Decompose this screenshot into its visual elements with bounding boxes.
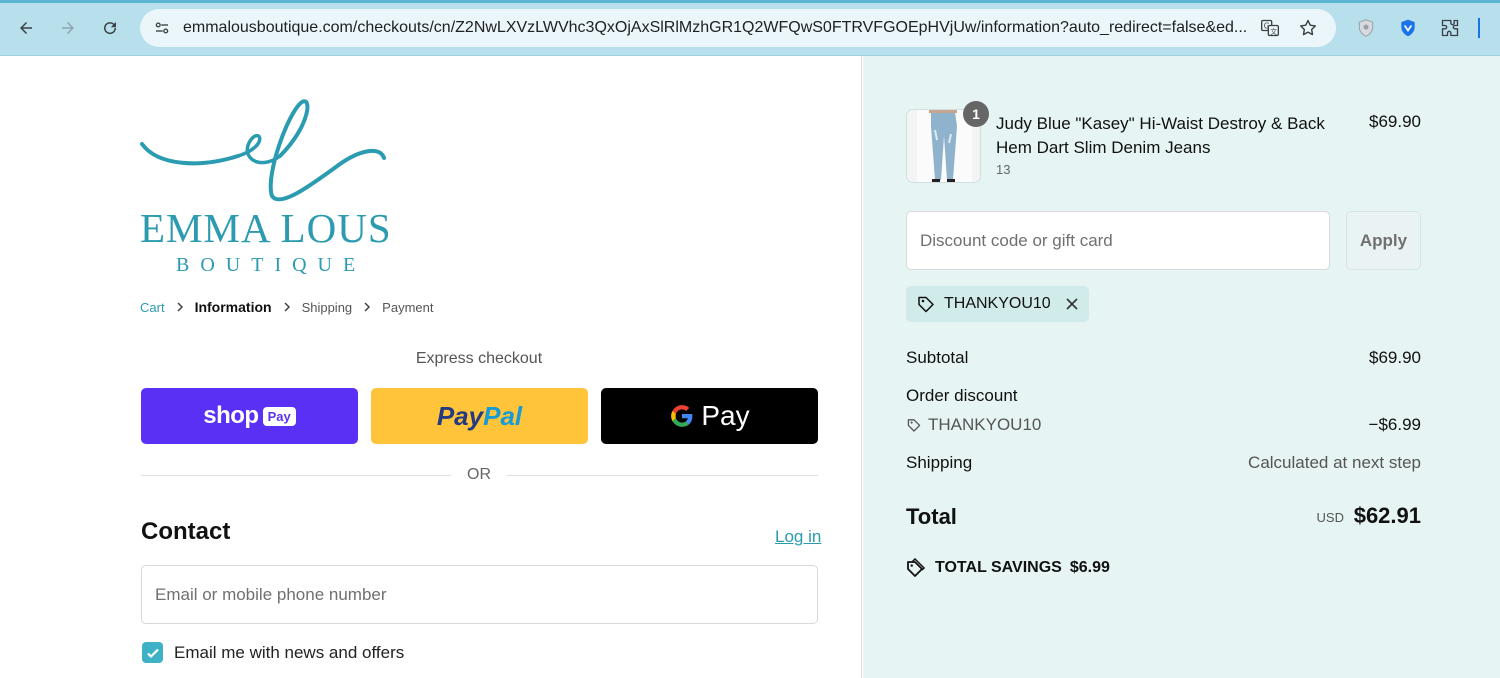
total-currency: USD [1316,510,1344,525]
subtotal-value: $69.90 [1369,348,1421,367]
active-tab-indicator [0,0,1500,3]
applied-discount-chip: THANKYOU10 [906,286,1089,322]
contact-heading: Contact [141,518,231,545]
reload-icon [104,22,117,35]
breadcrumb-cart[interactable]: Cart [140,300,165,315]
product-price: $69.90 [1369,112,1421,131]
arrow-right-icon [62,22,74,34]
order-discount-code: THANKYOU10 [906,415,1041,435]
login-link[interactable]: Log in [775,527,821,547]
bookmark-star-icon[interactable] [1298,18,1318,38]
reload-button[interactable] [97,15,123,41]
shop-pay-button[interactable]: shop Pay [141,388,358,444]
product-name: Judy Blue "Kasey" Hi-Waist Destroy & Bac… [996,114,1325,157]
forward-button[interactable] [55,15,81,41]
arrow-left-icon [20,22,32,34]
shop-pay-wordmark: shop [203,402,259,429]
check-icon [146,648,159,658]
toolbar-divider [1478,18,1480,38]
total-savings: TOTAL SAVINGS $6.99 [906,558,1110,578]
subtotal-label: Subtotal [906,348,969,367]
breadcrumb-shipping: Shipping [301,299,353,315]
or-label: OR [467,466,491,483]
discount-code-input[interactable] [906,211,1330,270]
shop-pay-badge: Pay [262,406,296,426]
product-variant: 13 [996,162,1011,177]
extensions-puzzle-icon[interactable] [1439,17,1461,39]
newsletter-checkbox[interactable] [142,642,163,663]
site-info-icon[interactable] [150,16,174,40]
total-value: $62.91 [1353,503,1421,528]
address-bar[interactable]: emmalousboutique.com/checkouts/cn/Z2NwLX… [140,9,1336,47]
quantity-badge: 1 [963,101,989,127]
email-field[interactable] [141,565,818,624]
chevron-right-icon [272,302,302,312]
shipping-value: Calculated at next step [1248,453,1421,472]
breadcrumb: Cart Information Shipping Payment [140,297,433,317]
chevron-right-icon [352,302,382,312]
breadcrumb-payment: Payment [382,299,434,315]
order-discount-label: Order discount [906,386,1018,405]
svg-text:文: 文 [1270,27,1277,36]
shipping-label: Shipping [906,453,973,472]
browser-toolbar: emmalousboutique.com/checkouts/cn/Z2NwLX… [0,0,1500,56]
newsletter-label[interactable]: Email me with news and offers [174,643,404,663]
remove-discount-close-icon[interactable] [1065,297,1079,311]
chevron-right-icon [165,302,195,312]
apply-discount-button[interactable]: Apply [1346,211,1421,270]
express-checkout-title: Express checkout [415,350,543,367]
translate-icon[interactable]: G文 [1260,18,1280,38]
google-g-icon [671,405,693,427]
paypal-wordmark: PayPal [436,400,523,431]
google-pay-wordmark: Pay [701,400,750,431]
or-divider: OR [141,465,818,487]
shield-extension-icon[interactable] [1355,17,1377,39]
url-text[interactable]: emmalousboutique.com/checkouts/cn/Z2NwLX… [183,19,1253,37]
logo-subtitle: BOUTIQUE [176,254,367,276]
back-button[interactable] [13,15,39,41]
logo-wordmark: EMMA LOUS [140,205,392,251]
breadcrumb-information: Information [194,299,272,315]
applied-discount-code: THANKYOU10 [944,295,1051,312]
order-discount-value: −$6.99 [1368,415,1421,434]
savings-value: $6.99 [1069,559,1110,576]
tag-icon [907,419,921,432]
google-pay-button[interactable]: Pay [601,388,818,444]
tag-icon [918,296,934,313]
savings-label: TOTAL SAVINGS [935,559,1062,576]
paypal-button[interactable]: PayPal [371,388,588,444]
savings-tag-icon [907,558,926,577]
total-label: Total [906,504,957,529]
vpn-shield-icon[interactable] [1397,17,1419,39]
